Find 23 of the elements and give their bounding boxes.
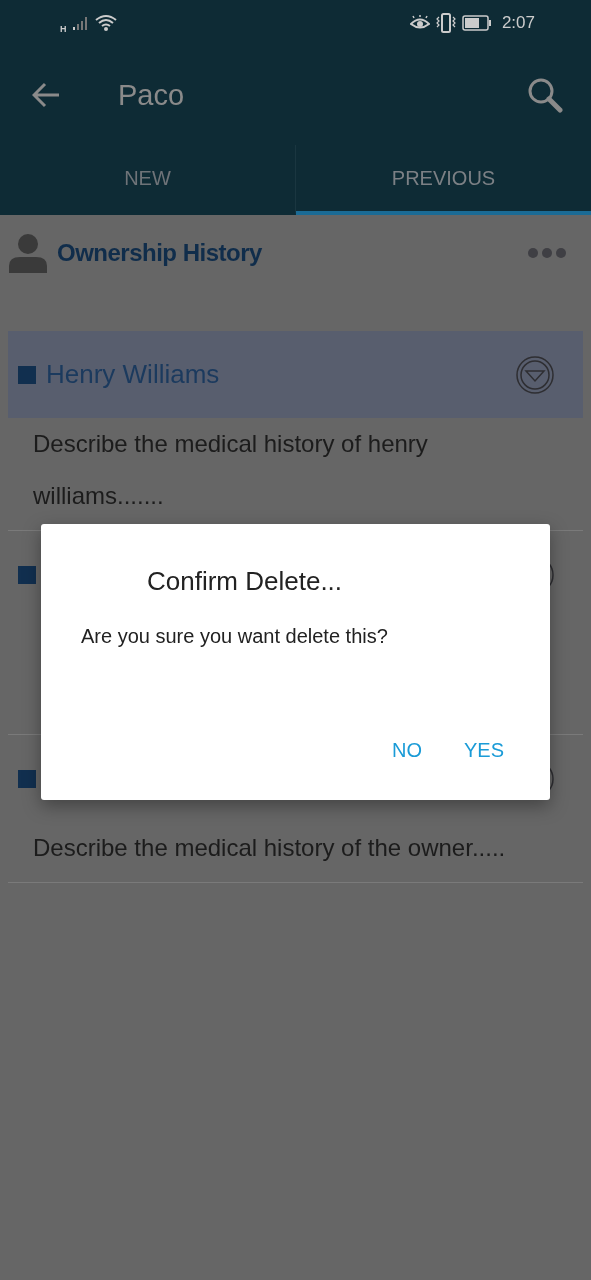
dialog-button[interactable]: NO (385, 735, 428, 766)
dialog-button[interactable]: YES (457, 735, 510, 766)
entry-header[interactable]: Henry Williams (8, 331, 583, 418)
tab[interactable]: NEW (0, 145, 296, 215)
person-icon (8, 233, 48, 273)
battery-icon (461, 14, 492, 31)
vibrate-icon (435, 12, 456, 33)
section-title: Ownership History (57, 239, 263, 267)
signal-icon (72, 15, 89, 30)
wifi-icon (94, 13, 117, 32)
tab[interactable]: PREVIOUS (296, 145, 591, 215)
eye-icon (409, 14, 430, 31)
dialog-message: Are you sure you want delete this? (81, 625, 389, 648)
back-arrow-icon[interactable] (32, 82, 60, 108)
search-icon[interactable] (527, 77, 563, 113)
network-type: H (60, 23, 67, 34)
entry-description: Describe the medical history of henry williams....... (33, 429, 429, 511)
entry-title: Henry Williams (46, 359, 221, 390)
entry-description: Describe the medical history of the owner..... (33, 833, 507, 863)
screen-title: Paco (118, 78, 186, 112)
square-icon (18, 365, 36, 384)
clock-time: 2:07 (501, 12, 535, 33)
dialog-title: Confirm Delete... (147, 566, 344, 597)
